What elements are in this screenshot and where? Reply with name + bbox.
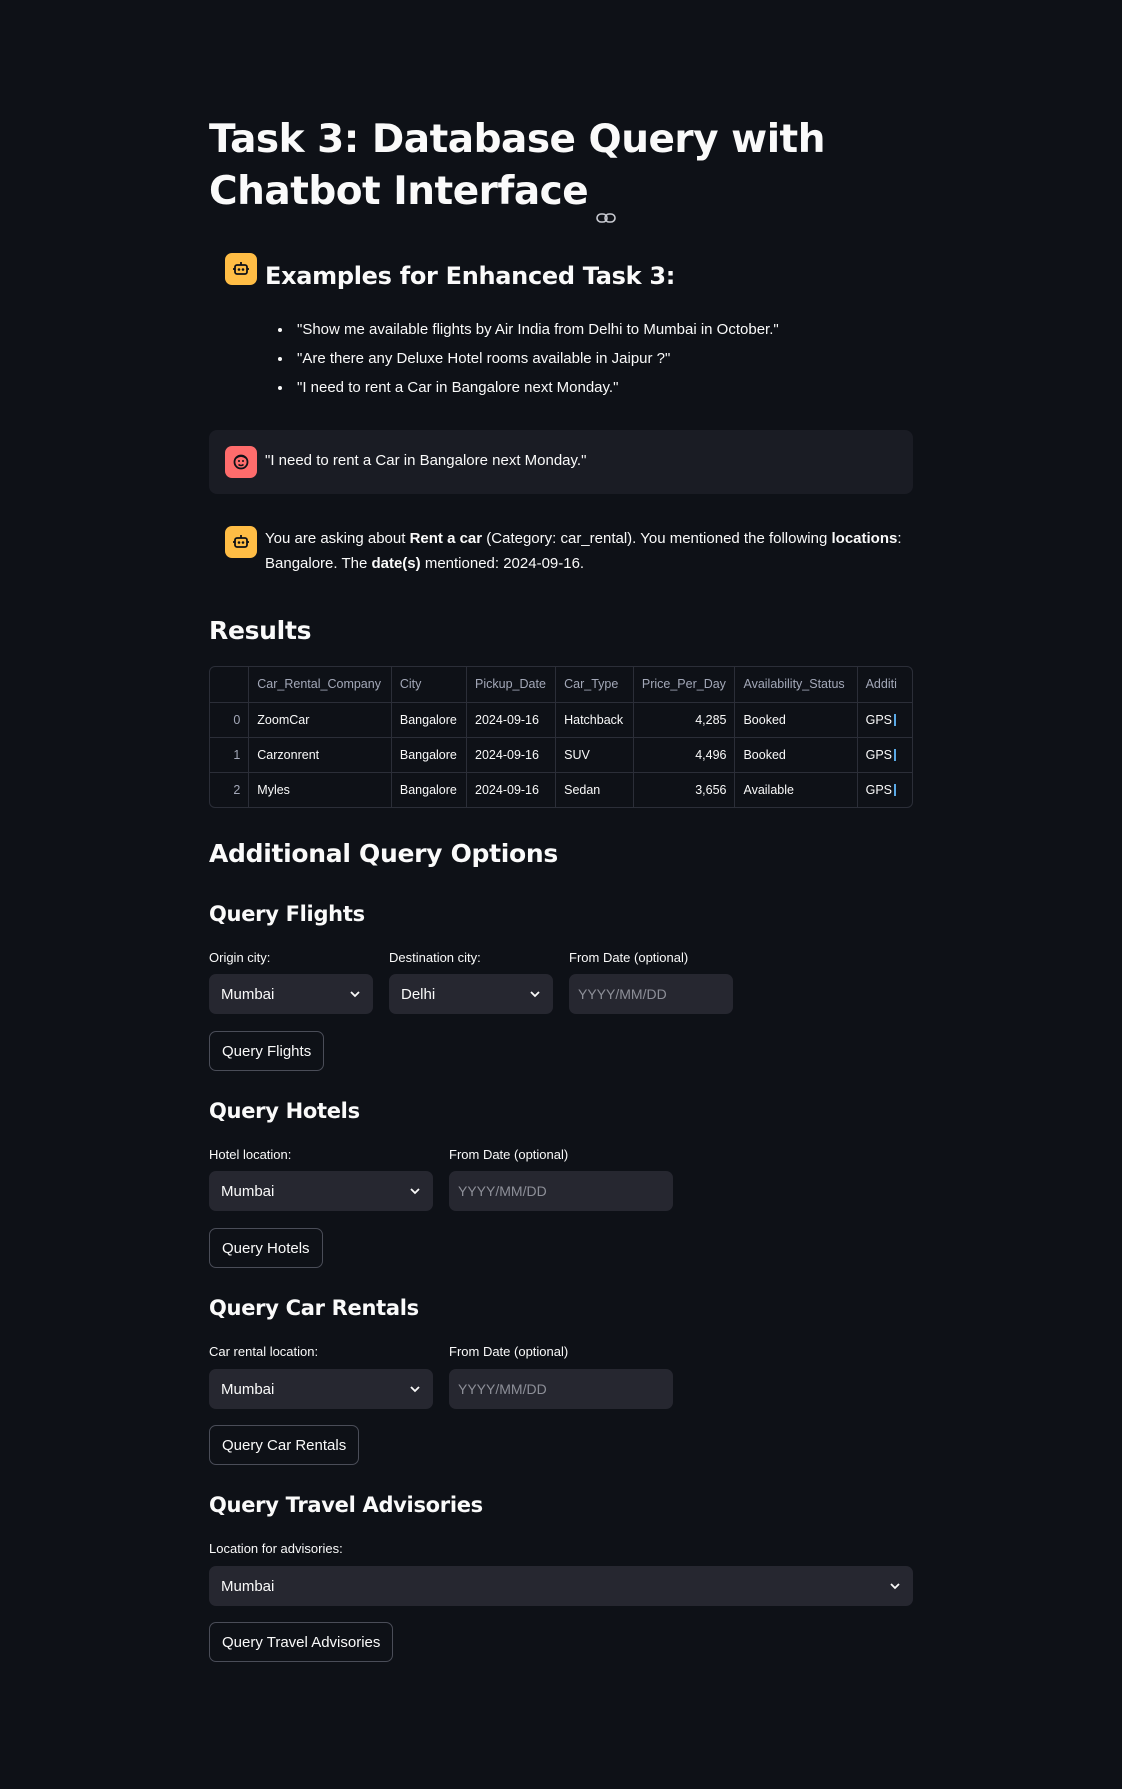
origin-city-label: Origin city: bbox=[209, 950, 271, 965]
table-cell[interactable]: GPS bbox=[857, 702, 912, 738]
advisories-location-label: Location for advisories: bbox=[209, 1541, 343, 1556]
examples-list: "Show me available flights by Air India … bbox=[265, 315, 779, 402]
chevron-down-icon bbox=[890, 1583, 900, 1590]
table-cell[interactable]: Bangalore bbox=[391, 772, 468, 807]
query-hotels-heading: Query Hotels bbox=[209, 1099, 360, 1123]
chevron-down-icon bbox=[410, 1386, 420, 1393]
table-cell[interactable]: GPS bbox=[857, 737, 912, 773]
table-cell[interactable]: Bangalore bbox=[391, 702, 468, 738]
row-index[interactable]: 1 bbox=[210, 737, 250, 773]
table-cell[interactable]: 2024-09-16 bbox=[466, 702, 557, 738]
table-cell[interactable]: Available bbox=[734, 772, 858, 807]
row-index[interactable]: 0 bbox=[210, 702, 250, 738]
chevron-down-icon bbox=[410, 1188, 420, 1195]
hotel-location-select[interactable]: Mumbai bbox=[209, 1171, 433, 1211]
table-cell[interactable]: Booked bbox=[734, 702, 858, 738]
hotel-location-label: Hotel location: bbox=[209, 1147, 292, 1162]
list-item: "Are there any Deluxe Hotel rooms availa… bbox=[293, 344, 779, 373]
results-table[interactable]: Car_Rental_Company City Pickup_Date Car_… bbox=[209, 666, 913, 808]
flight-date-label: From Date (optional) bbox=[569, 950, 689, 965]
table-row: 1 Carzonrent Bangalore 2024-09-16 SUV 4,… bbox=[210, 737, 912, 773]
advisories-location-value: Mumbai bbox=[221, 1577, 275, 1595]
table-cell[interactable]: Myles bbox=[248, 772, 392, 807]
query-advisories-button[interactable]: Query Travel Advisories bbox=[209, 1622, 394, 1662]
additional-options-heading: Additional Query Options bbox=[209, 839, 559, 868]
hotel-location-value: Mumbai bbox=[221, 1182, 275, 1200]
bot-avatar-icon bbox=[225, 526, 257, 558]
link-icon[interactable] bbox=[596, 186, 617, 223]
row-index[interactable]: 2 bbox=[210, 772, 250, 807]
column-header[interactable] bbox=[210, 667, 250, 703]
table-cell[interactable]: 3,656 bbox=[633, 772, 736, 807]
origin-city-select[interactable]: Mumbai bbox=[209, 974, 373, 1014]
table-cell[interactable]: Hatchback bbox=[555, 702, 634, 738]
table-cell[interactable]: 2024-09-16 bbox=[466, 737, 557, 773]
bot-avatar-icon bbox=[225, 253, 257, 285]
query-flights-heading: Query Flights bbox=[209, 902, 365, 926]
flight-date-input[interactable] bbox=[569, 974, 733, 1014]
table-cell[interactable]: 2024-09-16 bbox=[466, 772, 557, 807]
destination-city-select[interactable]: Delhi bbox=[389, 974, 553, 1014]
table-cell[interactable]: Bangalore bbox=[391, 737, 468, 773]
table-cell[interactable]: 4,285 bbox=[633, 702, 736, 738]
column-header[interactable]: Car_Type bbox=[555, 667, 634, 703]
column-header[interactable]: Car_Rental_Company bbox=[248, 667, 392, 703]
car-location-label: Car rental location: bbox=[209, 1344, 319, 1359]
table-cell[interactable]: Carzonrent bbox=[248, 737, 392, 773]
car-date-input[interactable] bbox=[449, 1369, 673, 1409]
query-advisories-heading: Query Travel Advisories bbox=[209, 1493, 483, 1517]
query-hotels-button[interactable]: Query Hotels bbox=[209, 1228, 323, 1268]
query-flights-button[interactable]: Query Flights bbox=[209, 1031, 325, 1071]
table-cell[interactable]: Booked bbox=[734, 737, 858, 773]
car-location-select[interactable]: Mumbai bbox=[209, 1369, 433, 1409]
results-heading: Results bbox=[209, 616, 312, 645]
page-title-text: Task 3: Database Query with Chatbot Inte… bbox=[209, 117, 825, 214]
car-date-label: From Date (optional) bbox=[449, 1344, 569, 1359]
column-header[interactable]: Price_Per_Day bbox=[633, 667, 736, 703]
table-cell[interactable]: 4,496 bbox=[633, 737, 736, 773]
column-header[interactable]: Additi bbox=[857, 667, 912, 703]
chevron-down-icon bbox=[350, 991, 360, 998]
table-header-row: Car_Rental_Company City Pickup_Date Car_… bbox=[210, 667, 912, 703]
table-cell[interactable]: GPS bbox=[857, 772, 912, 807]
examples-title: Examples for Enhanced Task 3: bbox=[265, 262, 676, 290]
table-cell[interactable]: SUV bbox=[555, 737, 634, 773]
table-cell[interactable]: ZoomCar bbox=[248, 702, 392, 738]
column-header[interactable]: City bbox=[391, 667, 468, 703]
hotel-date-input[interactable] bbox=[449, 1171, 673, 1211]
page-title: Task 3: Database Query with Chatbot Inte… bbox=[209, 114, 913, 223]
list-item: "I need to rent a Car in Bangalore next … bbox=[293, 373, 779, 402]
list-item: "Show me available flights by Air India … bbox=[293, 315, 779, 344]
destination-city-value: Delhi bbox=[401, 985, 436, 1003]
origin-city-value: Mumbai bbox=[221, 985, 275, 1003]
user-message: "I need to rent a Car in Bangalore next … bbox=[209, 430, 913, 494]
user-avatar-icon bbox=[225, 446, 257, 478]
table-row: 0 ZoomCar Bangalore 2024-09-16 Hatchback… bbox=[210, 702, 912, 738]
table-cell[interactable]: Sedan bbox=[555, 772, 634, 807]
car-location-value: Mumbai bbox=[221, 1380, 275, 1398]
hotel-date-label: From Date (optional) bbox=[449, 1147, 569, 1162]
table-row: 2 Myles Bangalore 2024-09-16 Sedan 3,656… bbox=[210, 772, 912, 807]
bot-response-text: You are asking about Rent a car (Categor… bbox=[265, 530, 902, 572]
column-header[interactable]: Pickup_Date bbox=[466, 667, 557, 703]
destination-city-label: Destination city: bbox=[389, 950, 481, 965]
query-car-rentals-button[interactable]: Query Car Rentals bbox=[209, 1425, 360, 1465]
user-message-text: "I need to rent a Car in Bangalore next … bbox=[265, 452, 587, 469]
advisories-location-select[interactable]: Mumbai bbox=[209, 1566, 913, 1606]
query-car-rentals-heading: Query Car Rentals bbox=[209, 1296, 419, 1320]
column-header[interactable]: Availability_Status bbox=[734, 667, 858, 703]
chevron-down-icon bbox=[530, 991, 540, 998]
